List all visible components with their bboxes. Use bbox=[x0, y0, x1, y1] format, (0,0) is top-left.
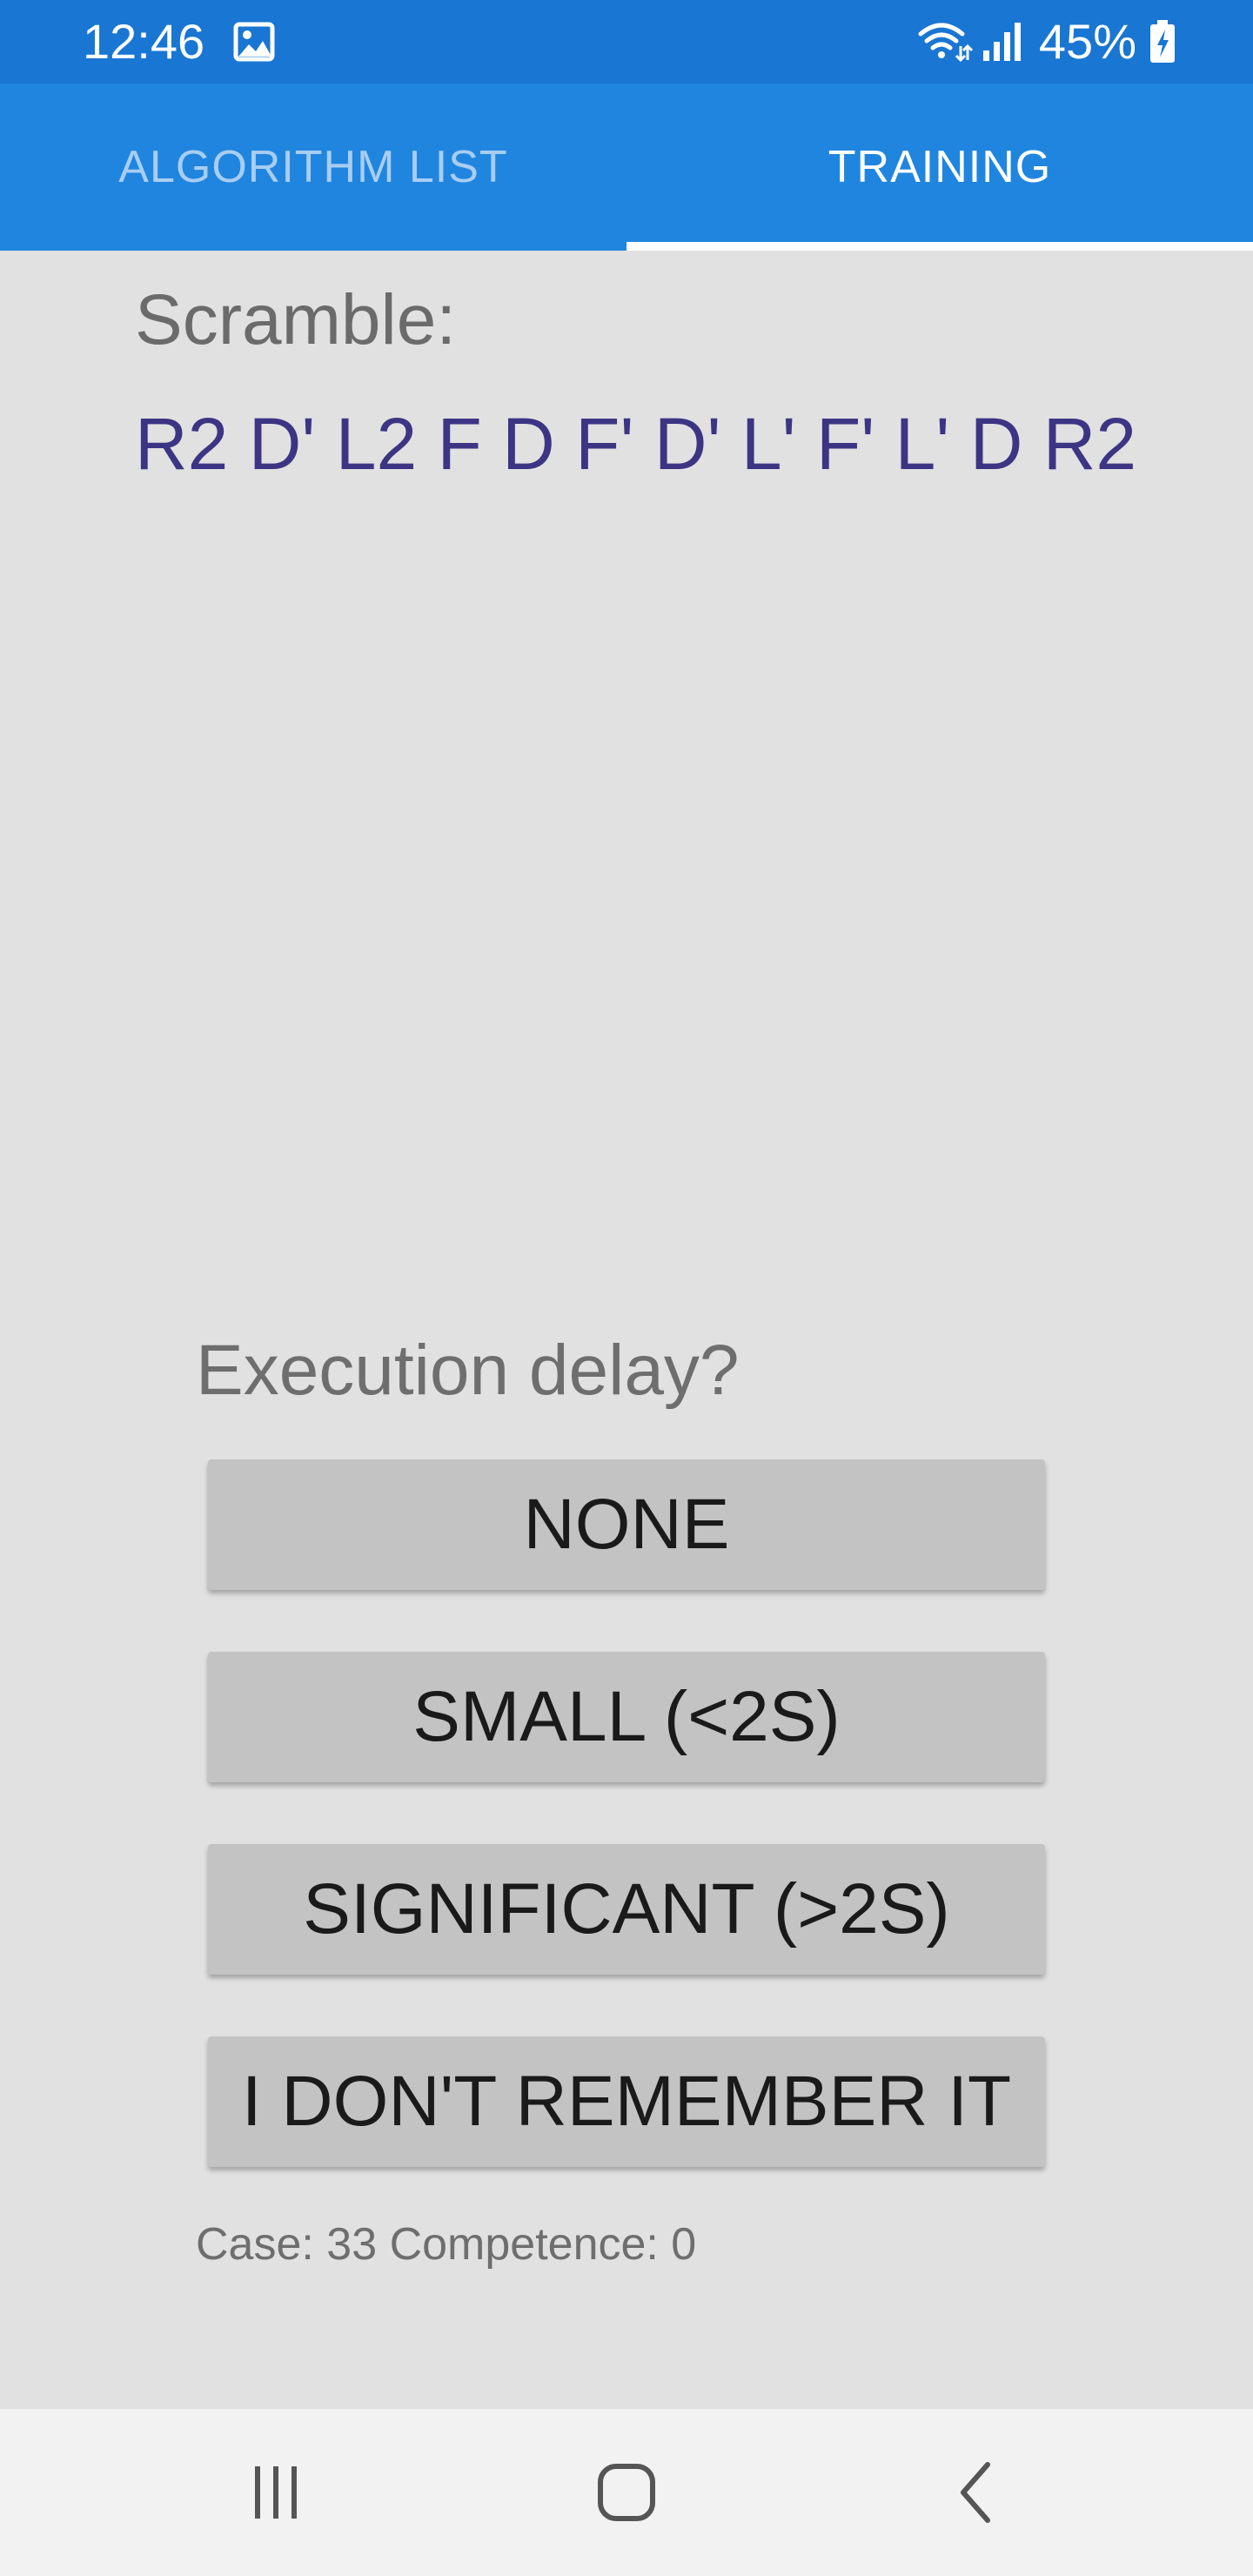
tab-selected-indicator bbox=[626, 242, 1253, 251]
scramble-label: Scramble: bbox=[135, 280, 457, 359]
tab-bar: ALGORITHM LIST TRAINING bbox=[0, 84, 1253, 251]
recents-button[interactable] bbox=[224, 2458, 328, 2527]
gallery-icon bbox=[233, 22, 275, 62]
back-icon bbox=[961, 2462, 990, 2523]
navigation-bar bbox=[0, 2409, 1253, 2576]
tab-training[interactable]: TRAINING bbox=[626, 84, 1253, 251]
delay-significant-button[interactable]: SIGNIFICANT (>2S) bbox=[208, 1844, 1045, 1975]
recents-icon bbox=[255, 2466, 297, 2519]
battery-percent: 45% bbox=[1038, 14, 1136, 69]
status-indicators: 45% bbox=[915, 15, 1176, 69]
home-button[interactable] bbox=[574, 2458, 679, 2527]
signal-icon bbox=[982, 23, 1021, 61]
scramble-moves: R2 D' L2 F D F' D' L' F' L' D R2 bbox=[135, 403, 1137, 485]
delay-small-button[interactable]: SMALL (<2S) bbox=[208, 1652, 1045, 1782]
back-button[interactable] bbox=[925, 2458, 1029, 2527]
dont-remember-button[interactable]: I DON'T REMEMBER IT bbox=[208, 2036, 1045, 2167]
case-competence-info: Case: 33 Competence: 0 bbox=[196, 2219, 697, 2270]
status-time: 12:46 bbox=[83, 14, 205, 69]
execution-delay-prompt: Execution delay? bbox=[196, 1331, 740, 1410]
wifi-icon bbox=[918, 23, 973, 63]
status-bar: 12:46 45% bbox=[0, 0, 1253, 84]
delay-none-button[interactable]: NONE bbox=[208, 1459, 1045, 1590]
tab-algorithm-list[interactable]: ALGORITHM LIST bbox=[0, 84, 626, 251]
home-icon bbox=[598, 2464, 655, 2521]
battery-charging-icon bbox=[1150, 20, 1175, 63]
